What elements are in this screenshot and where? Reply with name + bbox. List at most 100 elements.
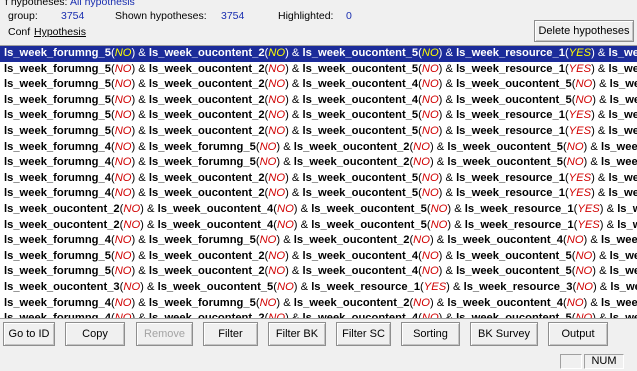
hypothesis-row[interactable]: ls_week_forumng_4(NO) & ls_week_forumng_… bbox=[0, 155, 637, 171]
hypothesis-value: NO bbox=[114, 78, 132, 91]
hypothesis-row[interactable]: ls_week_forumng_4(NO) & ls_week_ouconten… bbox=[0, 171, 637, 187]
hypothesis-attribute: ls_week_oucontent_2 bbox=[148, 187, 265, 200]
hypothesis-value: YES bbox=[568, 47, 592, 59]
column-conf[interactable]: Conf bbox=[8, 26, 30, 38]
hypothesis-value: NO bbox=[566, 140, 584, 153]
hypothesis-attribute: ls_week_oucontent_5 bbox=[311, 202, 427, 215]
hypothesis-value: NO bbox=[421, 109, 439, 122]
hypothesis-attribute: ls_week_ bbox=[609, 312, 637, 319]
hypothesis-attribute: ls_week_forumng_4 bbox=[4, 234, 111, 247]
hypothesis-attribute: ls_week_forumng_5 bbox=[4, 78, 111, 91]
hypothesis-value: NO bbox=[268, 78, 286, 91]
hypothesis-attribute: ls_week_oucontent_4 bbox=[447, 234, 564, 247]
hypothesis-row[interactable]: ls_week_forumng_5(NO) & ls_week_ouconten… bbox=[0, 124, 637, 140]
hypothesis-row[interactable]: ls_week_forumng_5(NO) & ls_week_ouconten… bbox=[0, 108, 637, 124]
hypothesis-value: NO bbox=[114, 187, 132, 200]
hypothesis-value: NO bbox=[268, 62, 286, 75]
column-hypothesis[interactable]: Hypothesis bbox=[34, 26, 86, 38]
hypothesis-value: YES bbox=[568, 62, 592, 75]
hypothesis-attribute: ls_week_oucontent_5 bbox=[302, 47, 419, 59]
hypothesis-attribute: ls_week_oucontent_2 bbox=[293, 156, 410, 169]
hypothesis-attribute: ls_week_resource_1 bbox=[456, 47, 565, 59]
hypothesis-row[interactable]: ls_week_forumng_5(NO) & ls_week_ouconten… bbox=[0, 77, 637, 93]
sorting-button[interactable]: Sorting bbox=[401, 322, 460, 346]
hypothesis-row[interactable]: ls_week_oucontent_2(NO) & ls_week_oucont… bbox=[0, 202, 637, 218]
hypothesis-attribute: ls_week_ou bbox=[600, 296, 637, 309]
hypothesis-value: NO bbox=[259, 156, 277, 169]
hypothesis-value: YES bbox=[568, 124, 592, 137]
hypothesis-row[interactable]: ls_week_forumng_5(NO) & ls_week_ouconten… bbox=[0, 46, 637, 62]
filter-sc-button[interactable]: Filter SC bbox=[336, 322, 391, 346]
hypothesis-attribute: ls_week_ bbox=[609, 93, 637, 106]
hypothesis-attribute: ls_week_ bbox=[609, 78, 637, 91]
delete-hypotheses-button[interactable]: Delete hypotheses bbox=[534, 20, 634, 42]
hypothesis-value: NO bbox=[123, 218, 141, 231]
hypothesis-value: NO bbox=[268, 109, 286, 122]
hypothesis-value: YES bbox=[568, 187, 592, 200]
hypothesis-row[interactable]: ls_week_forumng_5(NO) & ls_week_ouconten… bbox=[0, 249, 637, 265]
hypothesis-attribute: ls_weel bbox=[617, 218, 637, 231]
hypothesis-attribute: ls_week_forumng_5 bbox=[4, 109, 111, 122]
hypotheses-list[interactable]: ls_week_forumng_5(NO) & ls_week_ouconten… bbox=[0, 45, 637, 319]
hypothesis-value: NO bbox=[575, 93, 593, 106]
filter-bk-button[interactable]: Filter BK bbox=[268, 322, 326, 346]
hypothesis-attribute: ls_week_oucontent_2 bbox=[4, 218, 120, 231]
bk-survey-button[interactable]: BK Survey bbox=[470, 322, 538, 346]
hypothesis-value: NO bbox=[268, 47, 286, 59]
hypothesis-value: NO bbox=[114, 47, 132, 59]
hypothesis-attribute: ls_week_forumng_4 bbox=[4, 312, 111, 319]
hypothesis-attribute: ls_week_oucontent_5 bbox=[157, 280, 274, 293]
hypothesis-row[interactable]: ls_week_forumng_4(NO) & ls_week_ouconten… bbox=[0, 311, 637, 319]
hypothesis-value: NO bbox=[114, 265, 132, 278]
hypothesis-value: NO bbox=[421, 249, 439, 262]
hypothesis-attribute: ls_week_ou bbox=[600, 234, 637, 247]
hypothesis-value: NO bbox=[276, 218, 294, 231]
hypothesis-attribute: ls_week_resource_1 bbox=[456, 171, 565, 184]
hypothesis-row[interactable]: ls_week_forumng_4(NO) & ls_week_forumng_… bbox=[0, 296, 637, 312]
hypothesis-attribute: ls_week_oucontent_2 bbox=[148, 78, 265, 91]
hypothesis-attribute: ls_week_oucontent_5 bbox=[456, 312, 572, 319]
title-value: All hypothesis bbox=[70, 0, 135, 8]
hypothesis-value: NO bbox=[430, 202, 448, 215]
hypothesis-value: NO bbox=[114, 124, 132, 137]
hypothesis-attribute: ls_week_re bbox=[600, 140, 637, 153]
hypothesis-row[interactable]: ls_week_forumng_4(NO) & ls_week_forumng_… bbox=[0, 233, 637, 249]
go-to-id-button[interactable]: Go to ID bbox=[3, 322, 55, 346]
hypothesis-row[interactable]: ls_week_oucontent_3(NO) & ls_week_oucont… bbox=[0, 280, 637, 296]
hypothesis-attribute: ls_week_forumng_5 bbox=[4, 124, 111, 137]
hypothesis-row[interactable]: ls_week_forumng_5(NO) & ls_week_ouconten… bbox=[0, 93, 637, 109]
hypothesis-attribute: ls_week_forumng_5 bbox=[4, 265, 111, 278]
hypothesis-value: NO bbox=[268, 265, 286, 278]
remove-button[interactable]: Remove bbox=[136, 322, 193, 346]
hypothesis-row[interactable]: ls_week_forumng_4(NO) & ls_week_forumng_… bbox=[0, 140, 637, 156]
hypothesis-row[interactable]: ls_week_forumng_5(NO) & ls_week_ouconten… bbox=[0, 264, 637, 280]
hypothesis-attribute: ls_week_oucontent_5 bbox=[456, 265, 572, 278]
hypothesis-row[interactable]: ls_week_oucontent_2(NO) & ls_week_oucont… bbox=[0, 218, 637, 234]
hypothesis-attribute: ls_week_resource_1 bbox=[464, 218, 574, 231]
filter-button[interactable]: Filter bbox=[203, 322, 258, 346]
hypothesis-attribute: ls_week_resource_1 bbox=[464, 202, 574, 215]
hypothesis-value: NO bbox=[566, 234, 584, 247]
shown-label: Shown hypotheses: bbox=[115, 10, 207, 22]
hypothesis-value: NO bbox=[123, 280, 141, 293]
hypothesis-value: NO bbox=[421, 124, 439, 137]
hypothesis-row[interactable]: ls_week_forumng_4(NO) & ls_week_ouconten… bbox=[0, 186, 637, 202]
hypothesis-value: NO bbox=[413, 156, 430, 169]
hypothesis-attribute: ls_week_oucontent_5 bbox=[302, 171, 419, 184]
hypothesis-value: NO bbox=[566, 156, 584, 169]
hypothesis-value: NO bbox=[114, 109, 132, 122]
hypothesis-value: NO bbox=[421, 47, 439, 59]
hypothesis-attribute: ls_weel bbox=[617, 202, 637, 215]
hypothesis-attribute: ls_week_oucontent_2 bbox=[148, 265, 265, 278]
hypothesis-attribute: ls_week_resource_1 bbox=[311, 280, 421, 293]
hypothesis-attribute: ls_week_oucontent_5 bbox=[302, 187, 419, 200]
hypothesis-value: NO bbox=[413, 234, 430, 247]
hypothesis-value: NO bbox=[268, 171, 286, 184]
hypothesis-row[interactable]: ls_week_forumng_5(NO) & ls_week_ouconten… bbox=[0, 62, 637, 78]
copy-button[interactable]: Copy bbox=[65, 322, 125, 346]
hypothesis-attribute: ls_week_oucontent_2 bbox=[148, 124, 265, 137]
hypothesis-attribute: ls_week_ bbox=[608, 62, 637, 75]
hypothesis-attribute: ls_week_oucontent_2 bbox=[293, 140, 410, 153]
hypothesis-value: NO bbox=[575, 312, 593, 319]
output-button[interactable]: Output bbox=[548, 322, 608, 346]
